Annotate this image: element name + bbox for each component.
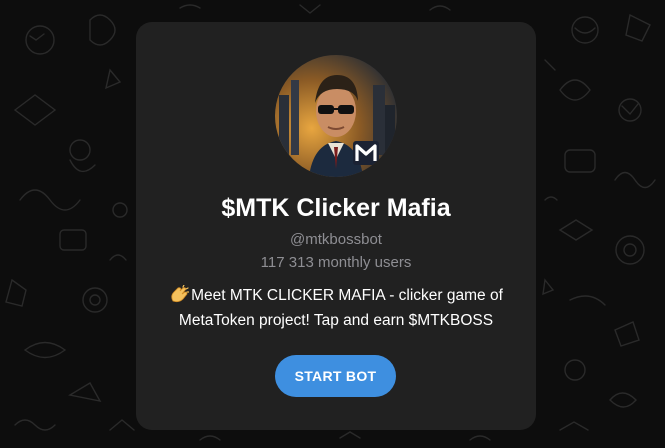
bot-name: $MTK Clicker Mafia: [221, 194, 451, 222]
description-line-2: MetaToken project! Tap and earn $MTKBOSS: [178, 312, 494, 329]
bot-description: Meet MTK CLICKER MAFIA - clicker game of…: [156, 283, 516, 333]
bot-info-card: $MTK Clicker Mafia @mtkbossbot 117 313 m…: [136, 22, 536, 430]
bot-username: @mtkbossbot: [290, 231, 382, 248]
monthly-users-count: 117 313 monthly users: [260, 254, 412, 271]
description-line-1: Meet MTK CLICKER MAFIA - clicker game of: [156, 283, 516, 308]
description-text-1: Meet MTK CLICKER MAFIA - clicker game of: [191, 287, 503, 304]
mafia-boss-avatar-icon: [275, 55, 397, 177]
start-bot-button[interactable]: START BOT: [275, 355, 396, 397]
clapping-hands-icon: [171, 285, 190, 303]
bot-avatar: [275, 55, 397, 177]
